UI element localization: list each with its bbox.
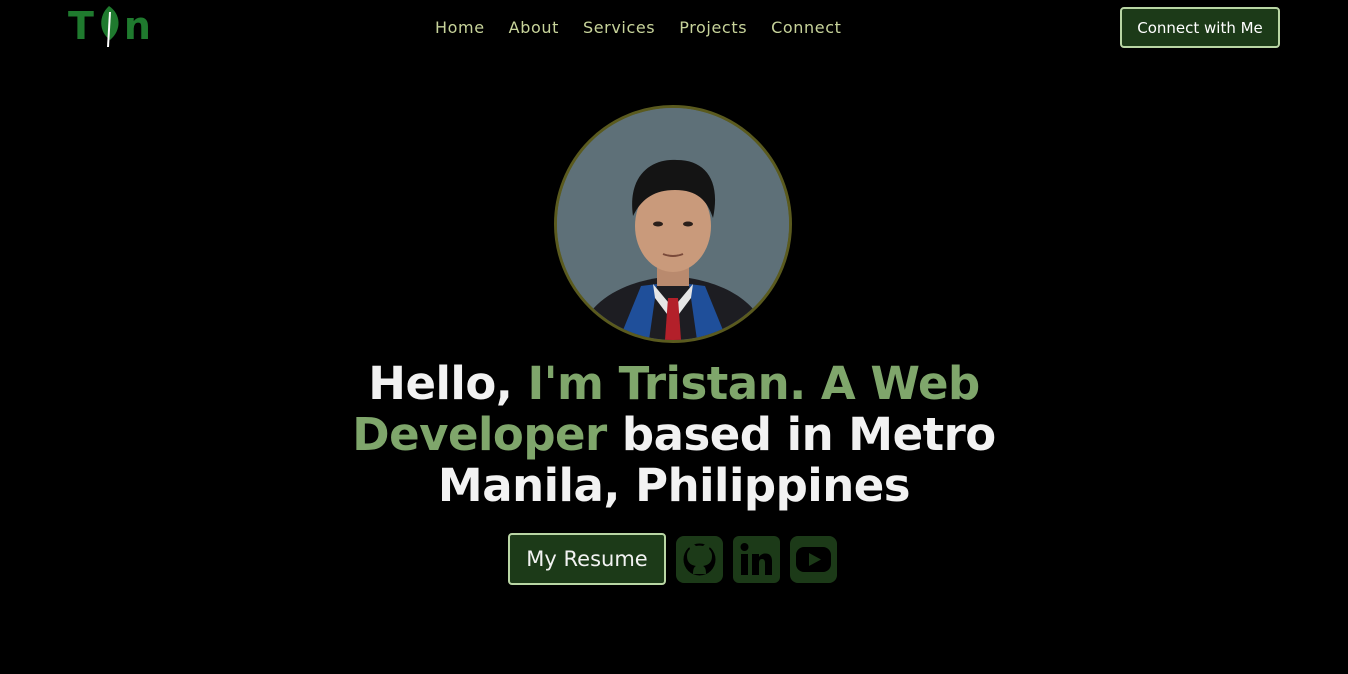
nav-services[interactable]: Services <box>571 14 667 41</box>
headline-greeting: Hello, <box>368 357 528 410</box>
nav-connect[interactable]: Connect <box>759 14 853 41</box>
main-nav: Home About Services Projects Connect <box>423 14 854 41</box>
site-header: T n Home About Services Projects Connect… <box>0 0 1348 56</box>
hero-headline: Hello, I'm Tristan. A Web Developer base… <box>324 358 1024 511</box>
resume-button[interactable]: My Resume <box>508 533 666 585</box>
nav-home[interactable]: Home <box>423 14 497 41</box>
profile-photo <box>557 108 789 340</box>
nav-about[interactable]: About <box>497 14 571 41</box>
avatar <box>554 105 792 343</box>
linkedin-icon[interactable] <box>733 535 780 583</box>
youtube-icon[interactable] <box>790 535 837 583</box>
nav-projects[interactable]: Projects <box>667 14 759 41</box>
github-icon[interactable] <box>676 535 723 583</box>
connect-with-me-button[interactable]: Connect with Me <box>1120 7 1280 48</box>
hero-actions: My Resume <box>508 533 837 585</box>
logo-letter-t: T <box>68 4 94 48</box>
page: T n Home About Services Projects Connect… <box>0 0 1348 674</box>
logo[interactable]: T n <box>68 4 151 48</box>
logo-letter-n: n <box>123 4 151 48</box>
leaf-icon <box>95 4 123 48</box>
